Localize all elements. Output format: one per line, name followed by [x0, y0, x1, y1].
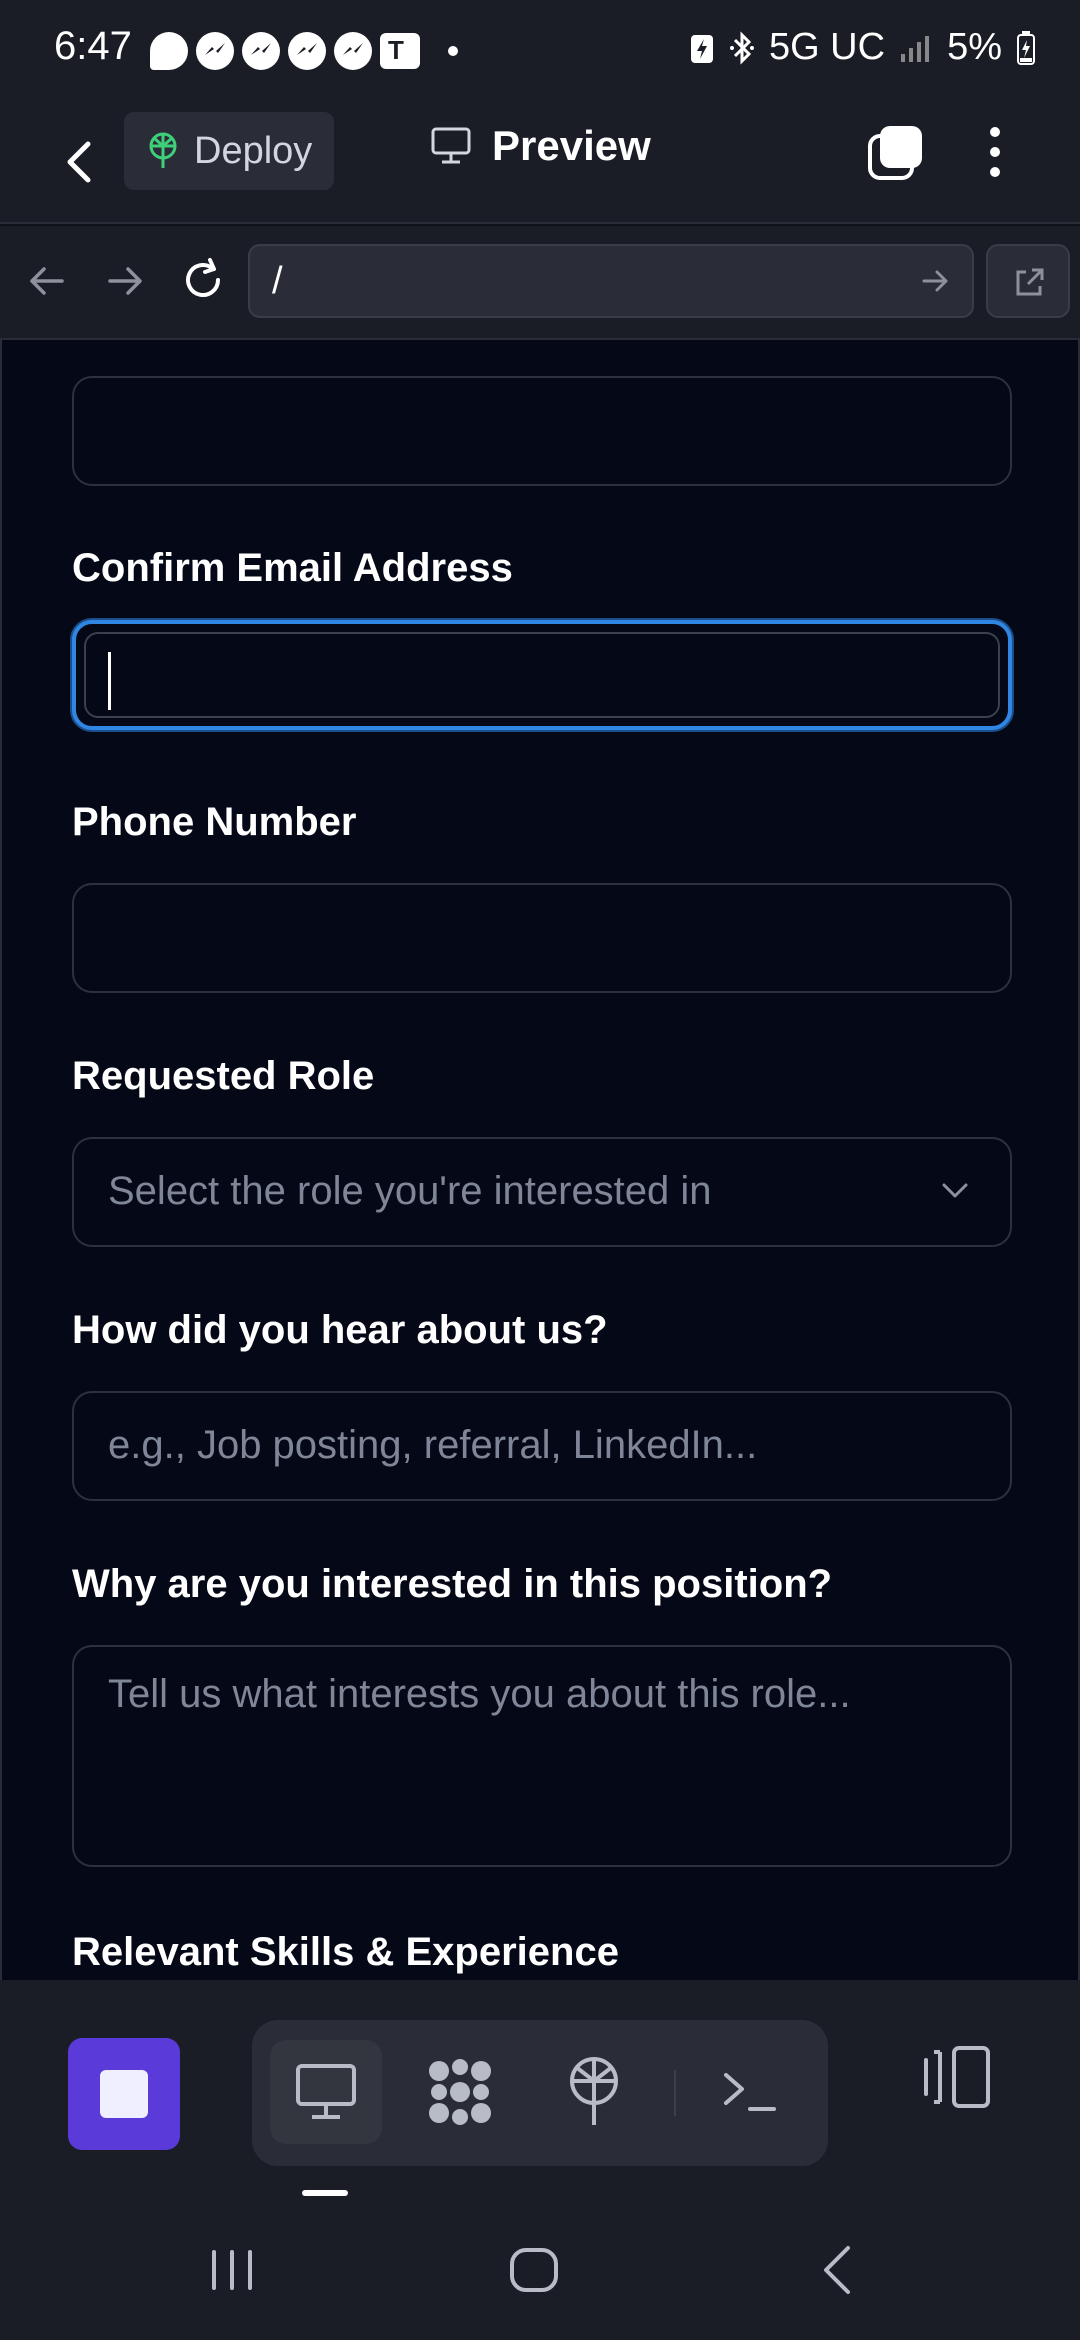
email-input[interactable]: [72, 376, 1012, 486]
app-header: Deploy Preview: [0, 100, 1080, 224]
chat-notification-icon: [150, 32, 188, 70]
tool-group: [252, 2020, 828, 2166]
signal-icon: [901, 35, 930, 62]
more-notifications-icon: [448, 46, 458, 56]
apps-icon: [429, 2059, 491, 2125]
recent-apps-icon[interactable]: [202, 2240, 262, 2300]
deploy-label: Deploy: [194, 129, 313, 172]
status-bar: 6:47 T 5G UC 5%: [0, 0, 1080, 100]
interest-placeholder: Tell us what interests you about this ro…: [108, 1672, 851, 1716]
panel-icon[interactable]: [920, 2042, 994, 2112]
arrow-left-icon[interactable]: [22, 256, 72, 306]
deploy-tree-icon: [149, 132, 177, 168]
source-placeholder: e.g., Job posting, referral, LinkedIn...: [108, 1423, 758, 1467]
role-label: Requested Role: [72, 1054, 375, 1098]
back-button[interactable]: [56, 132, 106, 192]
more-vertical-icon[interactable]: [975, 122, 1015, 182]
open-external-button[interactable]: [986, 244, 1070, 318]
messenger-notification-icon: [196, 32, 234, 70]
network-type: 5G UC: [768, 26, 886, 68]
preview-tool-button[interactable]: [270, 2040, 382, 2144]
stop-icon: [100, 2070, 148, 2118]
home-icon[interactable]: [504, 2240, 564, 2300]
go-arrow-icon[interactable]: [918, 264, 952, 298]
messenger-notification-icon: [242, 32, 280, 70]
apps-tool-button[interactable]: [404, 2040, 516, 2144]
source-label: How did you hear about us?: [72, 1308, 608, 1352]
bluetooth-icon: [729, 30, 754, 65]
battery-icon: [1017, 30, 1035, 65]
external-link-icon: [1016, 268, 1044, 296]
battery-saver-icon: [690, 34, 713, 63]
deploy-tool-button[interactable]: [538, 2040, 650, 2144]
deploy-button[interactable]: Deploy: [124, 112, 334, 190]
notification-icons: T: [150, 32, 458, 70]
preview-title: Preview: [430, 122, 651, 170]
tabs-icon[interactable]: [866, 122, 926, 182]
bottom-toolbar: [0, 1980, 1080, 2200]
android-navigation-bar: [0, 2200, 1080, 2340]
confirm-email-label: Confirm Email Address: [72, 546, 513, 590]
phone-label: Phone Number: [72, 800, 357, 844]
system-back-icon[interactable]: [808, 2240, 868, 2300]
monitor-icon: [431, 127, 471, 164]
phone-input[interactable]: [72, 883, 1012, 993]
role-select[interactable]: Select the role you're interested in: [72, 1137, 1012, 1247]
text-caret: [108, 652, 111, 710]
url-text: /: [272, 260, 283, 302]
url-input[interactable]: /: [248, 244, 974, 318]
terminal-icon: [724, 2073, 776, 2111]
terminal-tool-button[interactable]: [694, 2040, 806, 2144]
confirm-email-input[interactable]: [72, 620, 1012, 730]
monitor-icon: [296, 2064, 356, 2119]
skills-label: Relevant Skills & Experience: [72, 1930, 619, 1974]
active-tab-indicator: [302, 2190, 348, 2196]
preview-content: Confirm Email Address Phone Number Reque…: [0, 340, 1080, 1980]
browser-bar: /: [0, 226, 1080, 340]
status-right: 5G UC 5%: [689, 26, 1036, 69]
deploy-icon: [570, 2057, 618, 2125]
battery-percent: 5%: [947, 26, 1002, 68]
interest-textarea[interactable]: Tell us what interests you about this ro…: [72, 1645, 1012, 1867]
teams-notification-icon: T: [380, 33, 420, 69]
preview-label: Preview: [492, 122, 651, 169]
stop-button[interactable]: [68, 2038, 180, 2150]
chevron-down-icon: [942, 1183, 968, 1198]
arrow-right-icon[interactable]: [100, 256, 150, 306]
interest-label: Why are you interested in this position?: [72, 1562, 833, 1606]
messenger-notification-icon: [334, 32, 372, 70]
source-input[interactable]: e.g., Job posting, referral, LinkedIn...: [72, 1391, 1012, 1501]
status-time: 6:47: [54, 24, 132, 68]
role-placeholder: Select the role you're interested in: [108, 1169, 712, 1213]
messenger-notification-icon: [288, 32, 326, 70]
reload-icon[interactable]: [178, 256, 228, 306]
